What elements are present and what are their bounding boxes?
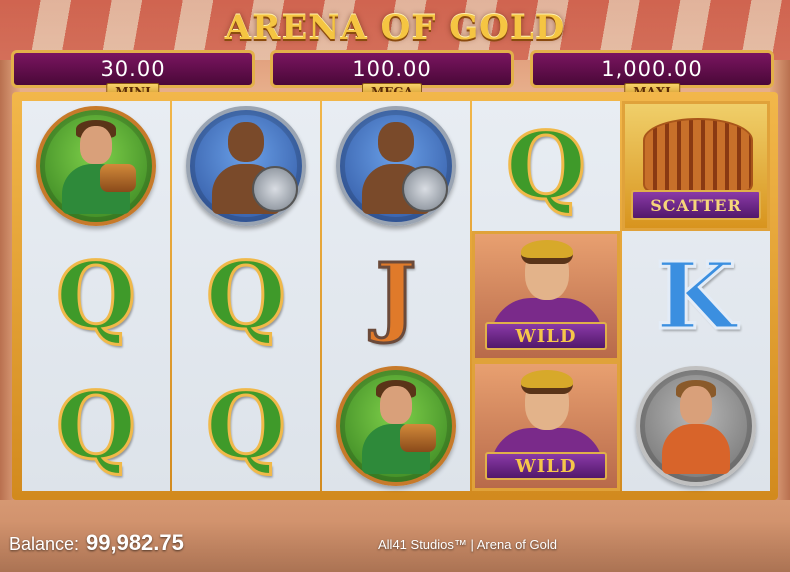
symbol-q: Q (54, 372, 137, 480)
jackpot-mini: 30.00 MINI (11, 50, 255, 101)
balance-label: Balance: (9, 534, 80, 554)
reel-5-row-3 (622, 361, 770, 491)
spearman-blue-medallion-icon (336, 106, 456, 226)
wild-symbol: WILD (472, 361, 620, 491)
symbol-q: Q (54, 242, 137, 350)
reel-2-row-2: Q (172, 231, 320, 361)
reel-2-row-1 (172, 101, 320, 231)
jackpot-maxi: 1,000.00 MAXI (530, 50, 774, 101)
wild-banner: WILD (485, 322, 607, 350)
balance-value: 99,982.75 (86, 530, 184, 555)
reel-5-row-2: K (622, 231, 770, 361)
symbol-k: K (655, 242, 738, 350)
reel-2: Q Q (172, 101, 320, 491)
reel-2-row-3: Q (172, 361, 320, 491)
gladiator-green-medallion-icon (336, 366, 456, 486)
symbol-q: Q (204, 242, 287, 350)
jackpot-mega: 100.00 MEGA (270, 50, 514, 101)
spearman-blue-medallion-icon (186, 106, 306, 226)
reel-1-row-1 (22, 101, 170, 231)
reel-1-row-3: Q (22, 361, 170, 491)
reel-3-row-2: J (322, 231, 470, 361)
wild-banner: WILD (485, 452, 607, 480)
reel-1-row-2: Q (22, 231, 170, 361)
scatter-banner: SCATTER (631, 190, 761, 220)
gladiator-orange-medallion-icon (636, 366, 756, 486)
laurel-wreath-icon (521, 370, 573, 394)
jackpot-mini-value: 30.00 (100, 57, 166, 81)
reel-4: Q WILD WILD (472, 101, 620, 491)
reel-3-row-1 (322, 101, 470, 231)
reel-1: Q Q (22, 101, 170, 491)
reel-4-row-1: Q (472, 101, 620, 231)
wild-symbol: WILD (472, 231, 620, 361)
reel-5: SCATTER K (622, 101, 770, 491)
colosseum-icon (643, 118, 753, 192)
reel-3: J (322, 101, 470, 491)
symbol-q: Q (504, 112, 587, 220)
symbol-j: J (374, 245, 418, 346)
laurel-wreath-icon (521, 240, 573, 264)
jackpot-mega-value: 100.00 (352, 57, 432, 81)
game-title-logo: ARENA OF GOLD (224, 8, 566, 48)
symbol-q: Q (204, 372, 287, 480)
studio-credit: All41 Studios™ | Arena of Gold (378, 537, 557, 552)
reel-3-row-3 (322, 361, 470, 491)
jackpot-maxi-value: 1,000.00 (601, 57, 703, 81)
gladiator-green-medallion-icon (36, 106, 156, 226)
scatter-symbol: SCATTER (622, 101, 770, 231)
